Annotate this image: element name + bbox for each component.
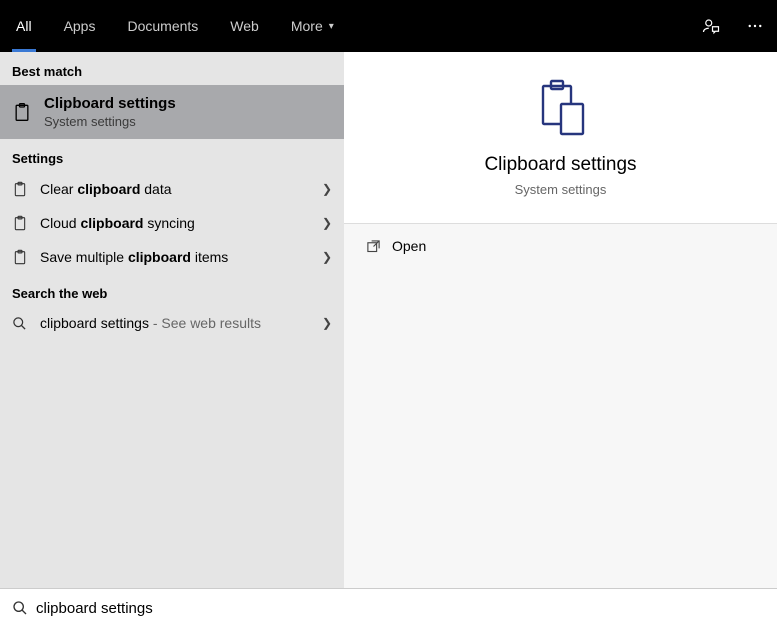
section-settings: Settings: [0, 139, 344, 172]
section-best-match: Best match: [0, 52, 344, 85]
chevron-right-icon: ❯: [322, 182, 332, 196]
tab-all[interactable]: All: [0, 0, 48, 52]
tab-label: Documents: [127, 18, 198, 34]
result-label: Clear clipboard data: [40, 181, 322, 197]
open-label: Open: [392, 238, 426, 254]
chevron-right-icon: ❯: [322, 316, 332, 330]
search-icon: [12, 316, 27, 331]
clipboard-large-icon: [531, 78, 591, 138]
section-web: Search the web: [0, 274, 344, 307]
clipboard-icon: [12, 180, 28, 198]
preview-header: Clipboard settings System settings: [344, 52, 777, 223]
search-input[interactable]: [36, 600, 765, 617]
result-best-match[interactable]: Clipboard settings System settings: [0, 85, 344, 139]
tab-apps[interactable]: Apps: [48, 0, 112, 52]
result-settings-item[interactable]: Clear clipboard data ❯: [0, 172, 344, 206]
search-body: Best match Clipboard settings System set…: [0, 52, 777, 588]
preview-subtitle: System settings: [364, 182, 757, 197]
result-web-item[interactable]: clipboard settings - See web results ❯: [0, 307, 344, 339]
more-options-icon[interactable]: [733, 0, 777, 52]
filter-tabs: All Apps Documents Web More ▾: [0, 0, 350, 52]
tab-label: Apps: [64, 18, 96, 34]
result-settings-item[interactable]: Cloud clipboard syncing ❯: [0, 206, 344, 240]
result-label: clipboard settings - See web results: [40, 315, 322, 331]
tab-label: All: [16, 18, 32, 34]
preview-pane: Clipboard settings System settings Open: [344, 52, 777, 588]
tab-label: Web: [230, 18, 259, 34]
tab-web[interactable]: Web: [214, 0, 275, 52]
result-title: Clipboard settings: [44, 95, 176, 112]
tab-label: More: [291, 18, 323, 34]
result-label: Save multiple clipboard items: [40, 249, 322, 265]
tab-more[interactable]: More ▾: [275, 0, 350, 52]
preview-title: Clipboard settings: [364, 154, 757, 176]
clipboard-icon: [12, 101, 32, 123]
search-topbar: All Apps Documents Web More ▾: [0, 0, 777, 52]
result-label: Cloud clipboard syncing: [40, 215, 322, 231]
results-list: Best match Clipboard settings System set…: [0, 52, 344, 588]
chevron-right-icon: ❯: [322, 250, 332, 264]
search-icon: [12, 600, 36, 616]
chevron-right-icon: ❯: [322, 216, 332, 230]
open-icon: [366, 239, 392, 254]
result-subtitle: System settings: [44, 114, 176, 129]
clipboard-icon: [12, 214, 28, 232]
clipboard-icon: [12, 248, 28, 266]
tab-documents[interactable]: Documents: [111, 0, 214, 52]
feedback-icon[interactable]: [689, 0, 733, 52]
open-action[interactable]: Open: [344, 224, 777, 268]
search-bar: [0, 588, 777, 627]
result-settings-item[interactable]: Save multiple clipboard items ❯: [0, 240, 344, 274]
chevron-down-icon: ▾: [329, 21, 334, 32]
